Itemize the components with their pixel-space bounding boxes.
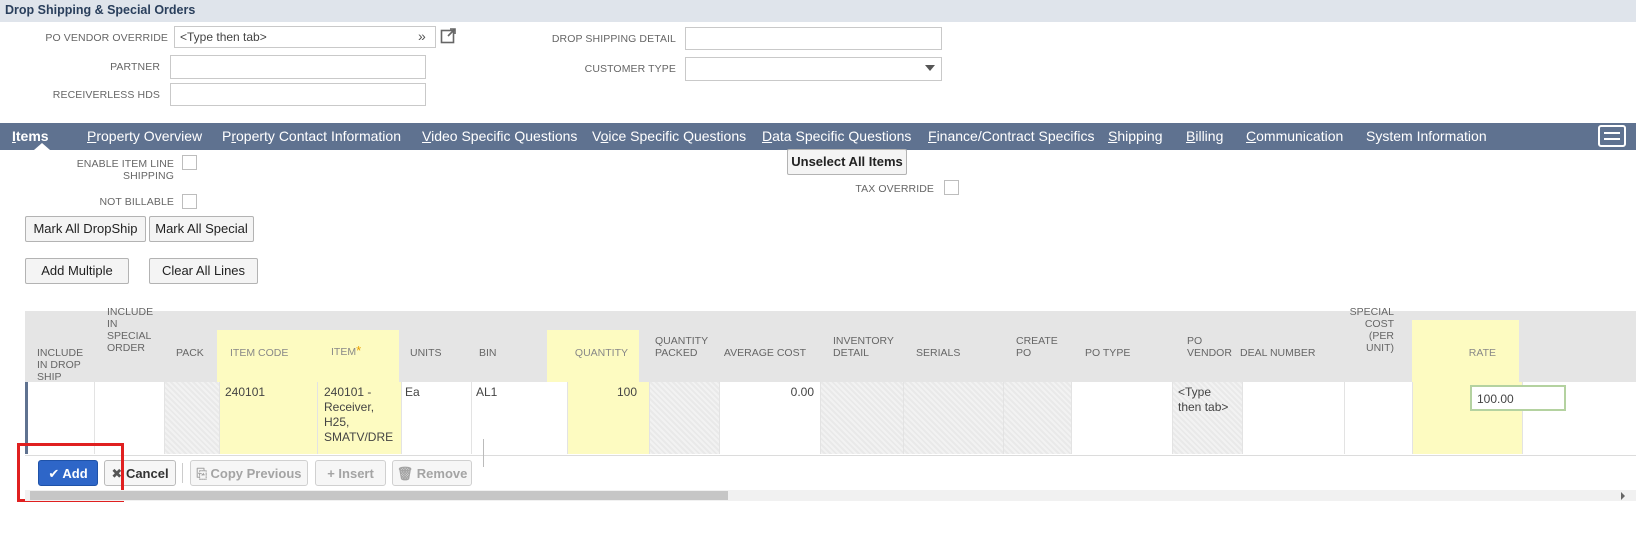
- header-include-in-drop-ship[interactable]: INCLUDE IN DROP SHIP: [37, 347, 83, 383]
- copy-icon: ⎘: [196, 466, 207, 481]
- cell-item-code[interactable]: 240101: [220, 382, 318, 454]
- cell-bin[interactable]: AL1: [472, 382, 568, 454]
- open-link-icon[interactable]: [440, 27, 457, 44]
- scroll-right-arrow-icon[interactable]: [1621, 492, 1625, 500]
- tab-finance-contract-specifics[interactable]: Finance/Contract Specifics: [928, 128, 1095, 144]
- cell-po-type[interactable]: [1072, 382, 1173, 454]
- header-create-po[interactable]: CREATE PO: [1016, 335, 1058, 359]
- not-billable-checkbox[interactable]: [182, 194, 197, 209]
- header-bin[interactable]: BIN: [479, 347, 497, 359]
- separator: [483, 439, 484, 467]
- po-vendor-override-value: <Type then tab>: [180, 30, 267, 44]
- customer-type-select[interactable]: [685, 57, 942, 81]
- header-item-code[interactable]: ITEM CODE: [230, 347, 288, 359]
- receiverless-hds-field[interactable]: [170, 83, 426, 106]
- copy-previous-button[interactable]: ⎘ Copy Previous: [190, 460, 308, 486]
- cell-quantity[interactable]: 100: [568, 382, 650, 454]
- tab-video-specific-questions[interactable]: Video Specific Questions: [422, 128, 577, 144]
- partner-label: PARTNER: [110, 61, 160, 73]
- not-billable-label: NOT BILLABLE: [99, 196, 174, 208]
- tab-shipping[interactable]: Shipping: [1108, 128, 1163, 144]
- cell-item[interactable]: 240101 - Receiver, H25, SMATV/DRE: [318, 382, 402, 454]
- header-deal-number[interactable]: DEAL NUMBER: [1240, 347, 1315, 359]
- header-quantity[interactable]: QUANTITY: [560, 347, 628, 359]
- table-row[interactable]: 240101 240101 - Receiver, H25, SMATV/DRE Ea…: [25, 382, 1636, 454]
- required-asterisk: *: [356, 343, 362, 358]
- insert-line-button[interactable]: + Insert: [315, 460, 386, 486]
- cell-create-po: [1004, 382, 1072, 454]
- rate-input[interactable]: 100.00: [1470, 385, 1566, 411]
- receiverless-hds-label: RECEIVERLESS HDS: [52, 89, 160, 101]
- tax-override-label: TAX OVERRIDE: [855, 183, 934, 195]
- plus-icon: +: [327, 466, 335, 481]
- subtab-bar: Items Property Overview Property Contact…: [0, 123, 1636, 150]
- cell-pack: [165, 382, 220, 454]
- tab-data-specific-questions[interactable]: Data Specific Questions: [762, 128, 911, 144]
- header-units[interactable]: UNITS: [410, 347, 442, 359]
- cell-deal-number[interactable]: [1243, 382, 1345, 454]
- enable-item-line-shipping-checkbox[interactable]: [182, 155, 197, 170]
- active-tab-pointer: [34, 143, 50, 150]
- header-item[interactable]: ITEM*: [331, 343, 362, 358]
- cell-serials: [904, 382, 1004, 454]
- header-po-type[interactable]: PO TYPE: [1085, 347, 1130, 359]
- separator: [182, 463, 183, 483]
- partner-field[interactable]: [170, 55, 426, 79]
- cell-quantity-packed: [650, 382, 720, 454]
- clear-all-lines-button[interactable]: Clear All Lines: [149, 258, 258, 284]
- tab-communication[interactable]: Communication: [1246, 128, 1343, 144]
- trash-icon: 🗑: [396, 466, 414, 481]
- header-special-cost-per-unit[interactable]: SPECIAL COST (PER UNIT): [1340, 306, 1394, 354]
- mark-all-special-button[interactable]: Mark All Special: [149, 216, 254, 242]
- unselect-all-items-button[interactable]: Unselect All Items: [787, 149, 907, 175]
- cell-special-cost[interactable]: [1345, 382, 1413, 454]
- header-quantity-packed[interactable]: QUANTITY PACKED: [655, 335, 708, 359]
- tab-items[interactable]: Items: [12, 128, 49, 144]
- remove-line-button[interactable]: 🗑 Remove: [392, 460, 472, 486]
- cell-units[interactable]: Ea: [402, 382, 472, 454]
- tab-billing[interactable]: Billing: [1186, 128, 1223, 144]
- double-chevron-down-icon[interactable]: »: [418, 28, 426, 44]
- header-serials[interactable]: SERIALS: [916, 347, 960, 359]
- cell-po-vendor[interactable]: <Type then tab>: [1173, 382, 1243, 454]
- header-po-vendor[interactable]: PO VENDOR: [1187, 335, 1232, 359]
- tab-property-contact-information[interactable]: Property Contact Information: [222, 128, 401, 144]
- po-vendor-override-field[interactable]: <Type then tab>: [174, 26, 436, 48]
- header-average-cost[interactable]: AVERAGE COST: [718, 347, 806, 359]
- tab-menu-icon[interactable]: [1598, 125, 1626, 147]
- tax-override-checkbox[interactable]: [944, 180, 959, 195]
- header-include-in-special-order[interactable]: INCLUDE IN SPECIAL ORDER: [107, 306, 153, 354]
- dropdown-arrow-icon[interactable]: [925, 65, 935, 71]
- tab-property-overview[interactable]: Property Overview: [87, 128, 202, 144]
- section-title: Drop Shipping & Special Orders: [0, 0, 1636, 22]
- po-vendor-override-label: PO VENDOR OVERRIDE: [45, 32, 168, 44]
- scrollbar-thumb[interactable]: [30, 491, 728, 500]
- drop-shipping-detail-label: DROP SHIPPING DETAIL: [551, 33, 676, 45]
- cell-inventory-detail: [821, 382, 904, 454]
- tab-system-information[interactable]: System Information: [1366, 128, 1487, 144]
- customer-type-label: CUSTOMER TYPE: [584, 63, 676, 75]
- enable-item-line-shipping-label: ENABLE ITEM LINE SHIPPING: [76, 158, 174, 182]
- header-rate[interactable]: RATE: [1440, 347, 1496, 359]
- drop-shipping-detail-field[interactable]: [685, 27, 942, 50]
- cell-average-cost: 0.00: [720, 382, 821, 454]
- header-inventory-detail[interactable]: INVENTORY DETAIL: [833, 335, 894, 359]
- add-multiple-button[interactable]: Add Multiple: [25, 258, 129, 284]
- header-pack[interactable]: PACK: [176, 347, 204, 359]
- tab-voice-specific-questions[interactable]: Voice Specific Questions: [592, 128, 746, 144]
- mark-all-dropship-button[interactable]: Mark All DropShip: [25, 216, 146, 242]
